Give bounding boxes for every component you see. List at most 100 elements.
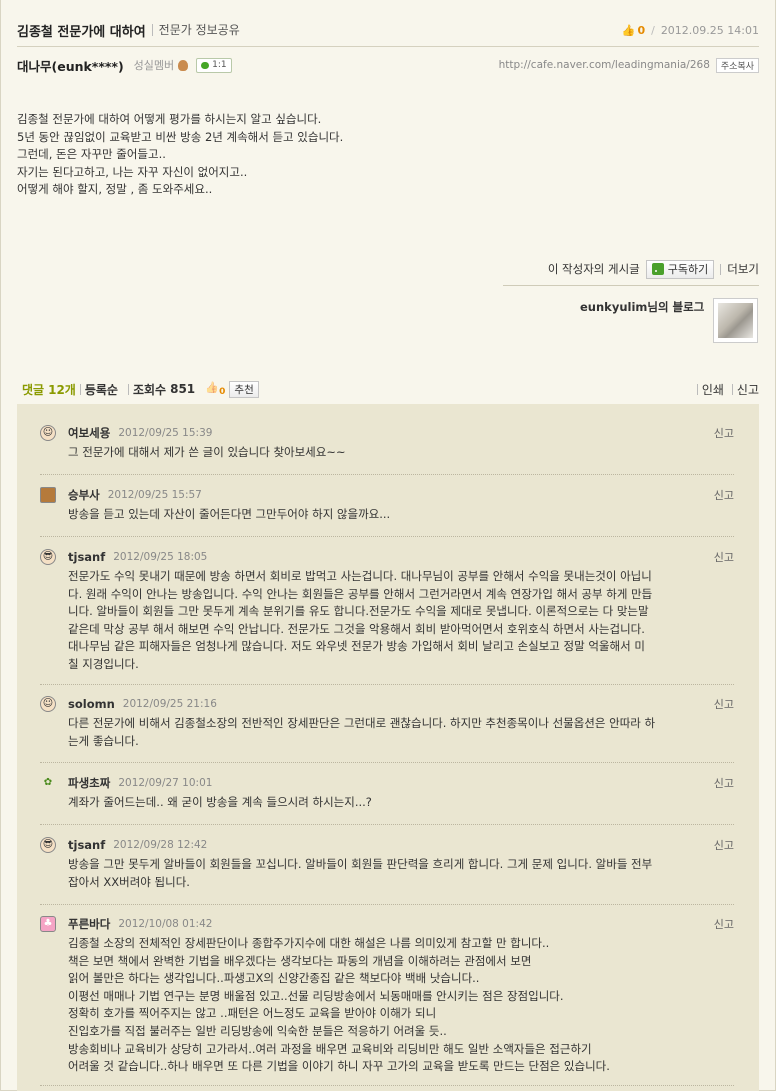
comment-report-link[interactable]: 신고 xyxy=(714,916,734,932)
comment-author[interactable]: 푸른바다 xyxy=(68,916,110,932)
blog-thumbnail-image xyxy=(718,303,753,338)
comment-line: 잡아서 XX버려야 됩니다. xyxy=(68,874,190,889)
comment-line: 진입호가를 직접 불러주는 일반 리딩방송에 익숙한 분들은 적응하기 어려울 … xyxy=(68,1023,447,1038)
author-name[interactable]: 대나무(eunk****) xyxy=(17,56,124,75)
recommend-count: 0 xyxy=(219,387,226,397)
copy-url-button[interactable]: 주소복사 xyxy=(715,57,759,73)
post-body-line: 5년 동안 끊임없이 교육받고 비싼 방송 2년 계속해서 듣고 있습니다. xyxy=(17,129,344,144)
comment-list: ☺ 여보세용 2012/09/25 15:39 신고 그 전문가에 대해서 제가… xyxy=(17,404,759,1091)
author-posts-link[interactable]: 이 작성자의 게시글 xyxy=(548,261,640,277)
post-body-line: 어떻게 해야 할지, 정말 , 좀 도와주세요.. xyxy=(17,182,213,197)
comment-bar: 댓글 12개 등록순 조회수 851 0 추천 인쇄 신고 xyxy=(22,379,759,399)
recommend-button[interactable]: 추천 xyxy=(229,380,259,398)
bar-divider xyxy=(731,383,733,395)
report-post-link[interactable]: 신고 xyxy=(737,381,759,398)
comment-author[interactable]: 승부사 xyxy=(68,487,100,503)
comment-line: 이평선 매매나 기법 연구는 분명 배울점 있고..선물 리딩방송에서 뇌동매매… xyxy=(68,988,564,1003)
subscribe-button[interactable]: 구독하기 xyxy=(645,259,715,279)
header-divider xyxy=(17,46,759,47)
thumbs-up-icon[interactable]: 👍 xyxy=(622,24,636,37)
comment-item: ♣ 푸른바다 2012/10/08 01:42 신고 김종철 소장의 전체적인 … xyxy=(40,915,734,1076)
rss-icon xyxy=(651,263,664,275)
print-link[interactable]: 인쇄 xyxy=(702,381,724,398)
member-grade-icon xyxy=(178,59,189,71)
post-meta: 👍 0 / 2012.09.25 14:01 xyxy=(622,24,759,37)
chat-badge-label: 1:1 xyxy=(212,60,227,70)
lion-icon xyxy=(40,487,56,503)
one-to-one-chat-button[interactable]: 1:1 xyxy=(196,57,232,73)
comment-line: 다. 원래 수익이 안나는 방송입니다. 수익 안나는 회원들은 공부를 안해서… xyxy=(68,586,653,601)
comment-text: 다른 전문가에 비해서 김종철소장의 전반적인 장세판단은 그런대로 괜찮습니다… xyxy=(68,715,734,750)
comment-text: 김종철 소장의 전체적인 장세판단이나 종합주가지수에 대한 해설은 나름 의미… xyxy=(68,935,734,1076)
blog-thumbnail[interactable] xyxy=(713,298,758,343)
comment-author[interactable]: tjsanf xyxy=(68,550,105,564)
comment-line: 방송을 그만 못두게 알바들이 회원들을 꼬십니다. 알바들이 회원들 판단력을… xyxy=(68,857,653,871)
comment-report-link[interactable]: 신고 xyxy=(714,425,734,441)
comment-line: 그 전문가에 대해서 제가 쓴 글이 있습니다 찾아보세요~~ xyxy=(68,445,346,459)
meta-divider: / xyxy=(651,23,655,37)
comment-line: 다른 전문가에 비해서 김종철소장의 전반적인 장세판단은 그런대로 괜찮습니다… xyxy=(68,716,656,730)
view-count: 851 xyxy=(170,382,196,396)
views-label: 조회수 xyxy=(132,382,167,397)
sort-order-link[interactable]: 등록순 xyxy=(85,381,118,398)
author-tools: 이 작성자의 게시글 구독하기 더보기 xyxy=(548,259,759,279)
bar-right-tools: 인쇄 신고 xyxy=(693,381,759,398)
more-link[interactable]: 더보기 xyxy=(727,261,759,277)
author-row: 대나무(eunk****) 성실멤버 1:1 http://cafe.naver… xyxy=(17,54,759,76)
comment-divider xyxy=(40,904,734,905)
comment-text: 방송을 듣고 있는데 자산이 줄어든다면 그만두어야 하지 않을까요... xyxy=(68,506,734,524)
comment-line: 계좌가 줄어드는데.. 왜 굳이 방송을 계속 들으시려 하시는지...? xyxy=(68,795,372,809)
comment-date: 2012/09/25 15:57 xyxy=(107,489,202,501)
comment-count-label[interactable]: 댓글 xyxy=(22,381,44,398)
post-body: 김종철 전문가에 대하여 어떻게 평가를 하시는지 알고 싶습니다. 5년 동안… xyxy=(17,111,759,199)
comment-author[interactable]: tjsanf xyxy=(68,838,105,852)
smile-face-icon: ☺ xyxy=(40,425,56,441)
comment-date: 2012/10/08 01:42 xyxy=(118,918,213,930)
comment-text: 그 전문가에 대해서 제가 쓴 글이 있습니다 찾아보세요~~ xyxy=(68,444,734,462)
sunglasses-face-icon: 😎 xyxy=(40,837,56,853)
comment-item: ☺ solomn 2012/09/25 21:16 신고 다른 전문가에 비해서… xyxy=(40,695,734,750)
comment-item: ☺ 여보세용 2012/09/25 15:39 신고 그 전문가에 대해서 제가… xyxy=(40,424,734,462)
comment-date: 2012/09/25 15:39 xyxy=(118,427,213,439)
comment-report-link[interactable]: 신고 xyxy=(714,775,734,791)
comment-line: 니다. 알바들이 회원들 그만 못두게 계속 분위기를 유도 합니다.전문가도 … xyxy=(68,604,649,619)
post-date: 2012.09.25 14:01 xyxy=(660,23,759,37)
comment-line: 방송을 듣고 있는데 자산이 줄어든다면 그만두어야 하지 않을까요... xyxy=(68,507,391,521)
post-body-line: 그런데, 돈은 자꾸만 줄어들고.. xyxy=(17,147,166,162)
pink-character-icon: ♣ xyxy=(40,916,56,932)
comment-count[interactable]: 12개 xyxy=(48,381,76,398)
comment-line: 읽어 볼만은 하다는 생각입니다..파생고X의 신양간종집 같은 책보다야 백배… xyxy=(68,971,480,986)
comment-author[interactable]: solomn xyxy=(68,697,115,711)
comment-author[interactable]: 파생초짜 xyxy=(68,775,110,791)
comment-report-link[interactable]: 신고 xyxy=(714,696,734,712)
comment-date: 2012/09/27 10:01 xyxy=(118,777,213,789)
comment-date: 2012/09/25 21:16 xyxy=(122,698,217,710)
comment-divider xyxy=(40,1085,734,1086)
comment-text: 방송을 그만 못두게 알바들이 회원들을 꼬십니다. 알바들이 회원들 판단력을… xyxy=(68,856,734,891)
comment-report-link[interactable]: 신고 xyxy=(714,549,734,565)
comment-line: 방송회비나 교육비가 상당히 고가라서..여러 과정을 배우면 교육비와 리딩비… xyxy=(68,1041,592,1056)
bar-divider xyxy=(79,383,81,395)
thumbs-up-icon[interactable] xyxy=(205,383,219,395)
author-grade: 성실멤버 xyxy=(133,59,175,72)
comment-line: 는게 좋습니다. xyxy=(68,733,139,748)
post-category-link[interactable]: 전문가 정보공유 xyxy=(151,24,240,36)
comment-line: 전문가도 수익 못내기 때문에 방송 하면서 회비로 밥먹고 사는겁니다. 대나… xyxy=(68,569,652,583)
comment-item: 승부사 2012/09/25 15:57 신고 방송을 듣고 있는데 자산이 줄… xyxy=(40,486,734,524)
comment-item: 😎 tjsanf 2012/09/28 12:42 신고 방송을 그만 못두게 … xyxy=(40,836,734,891)
post-header: 김종철 전문가에 대하여 전문가 정보공유 👍 0 / 2012.09.25 1… xyxy=(17,20,759,40)
subscribe-label: 구독하기 xyxy=(667,263,709,276)
comment-line: 김종철 소장의 전체적인 장세판단이나 종합주가지수에 대한 해설은 나름 의미… xyxy=(68,936,550,950)
comment-author[interactable]: 여보세용 xyxy=(68,425,110,441)
comment-text: 계좌가 줄어드는데.. 왜 굳이 방송을 계속 들으시려 하시는지...? xyxy=(68,794,734,812)
comment-divider xyxy=(40,536,734,537)
bar-divider xyxy=(696,383,698,395)
comment-divider xyxy=(40,684,734,685)
comment-report-link[interactable]: 신고 xyxy=(714,487,734,503)
comment-divider xyxy=(40,474,734,475)
comment-item: 😎 tjsanf 2012/09/25 18:05 신고 전문가도 수익 못내기… xyxy=(40,548,734,674)
comment-text: 전문가도 수익 못내기 때문에 방송 하면서 회비로 밥먹고 사는겁니다. 대나… xyxy=(68,568,734,674)
comment-report-link[interactable]: 신고 xyxy=(714,837,734,853)
comment-divider xyxy=(40,824,734,825)
blog-link[interactable]: eunkyulim님의 블로그 xyxy=(580,299,704,315)
